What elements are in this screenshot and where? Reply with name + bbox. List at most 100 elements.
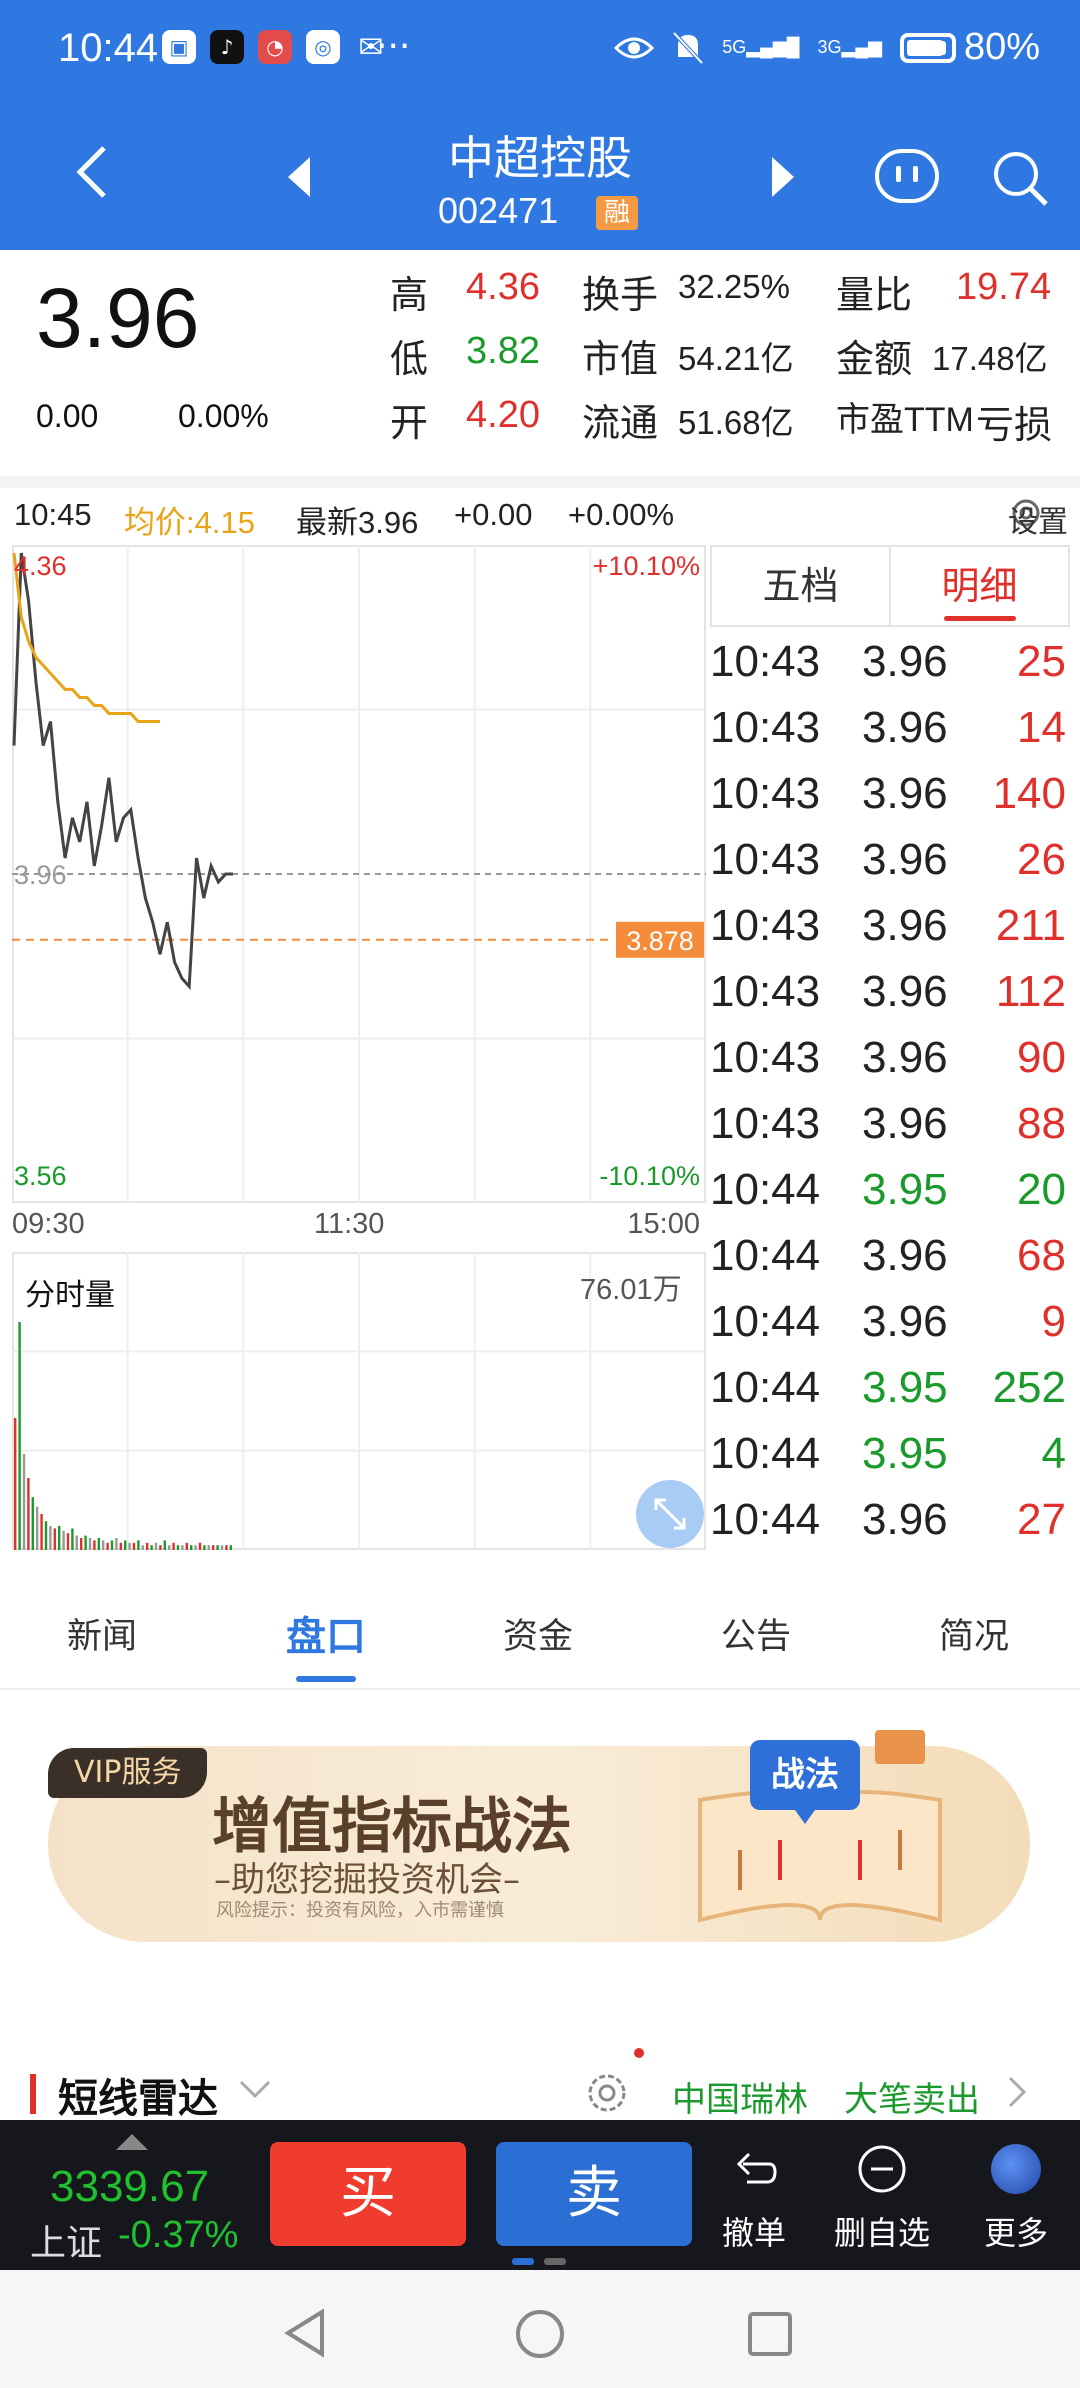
crosshair-time: 10:45 <box>14 497 92 532</box>
tab-news[interactable]: 新闻 <box>22 1608 182 1659</box>
volume-bar <box>185 1542 188 1550</box>
nav-back-icon[interactable] <box>282 2308 328 2358</box>
radar-action[interactable]: 大笔卖出 <box>844 2072 980 2121</box>
volume-bar <box>198 1542 202 1550</box>
tick-volume: 88 <box>1017 1099 1066 1148</box>
tab-quote[interactable]: 盘口 <box>246 1604 406 1662</box>
tick-volume: 252 <box>992 1363 1066 1412</box>
battery-percent: 80% <box>963 26 1040 68</box>
expand-index-icon[interactable] <box>116 2134 148 2150</box>
tick-row: 10:43 3.96 25 <box>710 633 1070 699</box>
ticks-tabs: 五档 明细 <box>710 545 1070 627</box>
low-label: 低 <box>390 339 429 381</box>
radar-title[interactable]: 短线雷达 <box>58 2066 218 2124</box>
banner-subtitle: –助您挖掘投资机会– <box>214 1860 520 1900</box>
intraday-chart-canvas: 4.36 3.96 3.56 +10.10% -10.10% 3.878 <box>12 545 706 1203</box>
next-stock-icon[interactable] <box>770 155 796 199</box>
tab-trade-detail[interactable]: 明细 <box>889 547 1068 625</box>
header: 10:44 ▣ ♪ ◔ ◎ ✉ ··· 5G▂▄▆█ 3G▂▄▆ 80% 中超控… <box>0 0 1080 250</box>
volume-bar <box>93 1540 96 1550</box>
index-value[interactable]: 3339.67 <box>50 2162 209 2212</box>
volume-bar <box>216 1545 219 1550</box>
mute-bell-icon <box>672 31 704 64</box>
chevron-right-icon[interactable] <box>1006 2074 1028 2110</box>
volume-bar <box>141 1545 144 1550</box>
volume-bar <box>22 1454 26 1550</box>
chart-settings-button[interactable]: 设置 <box>1008 495 1068 539</box>
volume-bar <box>119 1542 122 1550</box>
index-change-pct[interactable]: -0.37% <box>118 2214 238 2257</box>
avg-price: 均价:4.15 <box>124 505 255 540</box>
volume-bar <box>203 1545 206 1550</box>
cancel-order-button[interactable]: 撤单 <box>694 2134 814 2254</box>
tick-price: 3.96 <box>862 769 948 818</box>
volume-bar <box>150 1545 153 1550</box>
section-tabs: 新闻 盘口 资金 公告 简况 <box>0 1580 1080 1690</box>
tick-price: 3.96 <box>862 1099 948 1148</box>
volume-bar <box>97 1538 100 1550</box>
tick-row: 10:44 3.96 9 <box>710 1293 1070 1359</box>
index-name[interactable]: 上证 <box>30 2214 102 2266</box>
remove-watchlist-button[interactable]: 删自选 <box>822 2134 942 2254</box>
tick-volume: 26 <box>1017 835 1066 884</box>
signal-3g-icon: 3G▂▄▆ <box>817 37 882 57</box>
ticks-panel: 五档 明细 10:43 3.96 25 10:43 3.96 14 10:43 3.96 140… <box>710 545 1070 1550</box>
tick-volume: 211 <box>995 901 1066 950</box>
volume-bar <box>207 1545 210 1550</box>
tab-notice[interactable]: 公告 <box>676 1608 836 1659</box>
volume-bar <box>53 1528 56 1550</box>
latest-change-pct: +0.00% <box>568 497 675 532</box>
volume-bar <box>159 1545 162 1550</box>
tick-time: 10:43 <box>710 1099 821 1148</box>
system-nav-bar <box>0 2270 1080 2388</box>
turnover-label: 换手 <box>582 275 659 317</box>
tick-row: 10:44 3.95 20 <box>710 1161 1070 1227</box>
more-icon <box>991 2144 1041 2194</box>
chevron-down-icon[interactable] <box>238 2078 272 2100</box>
tick-price: 3.95 <box>862 1363 948 1412</box>
volume-bar <box>49 1526 52 1550</box>
nav-recents-icon[interactable] <box>746 2310 794 2358</box>
tick-row: 10:43 3.96 88 <box>710 1095 1070 1161</box>
tab-profile[interactable]: 简况 <box>894 1608 1054 1659</box>
latest-change: +0.00 <box>454 497 533 532</box>
time-start: 09:30 <box>12 1208 85 1240</box>
buy-button[interactable]: 买 <box>270 2142 466 2246</box>
more-button[interactable]: 更多 <box>956 2134 1076 2254</box>
tick-row: 10:43 3.96 211 <box>710 897 1070 963</box>
volume-bar <box>66 1533 70 1550</box>
assistant-robot-icon[interactable] <box>874 148 940 204</box>
tab-funds[interactable]: 资金 <box>458 1608 618 1659</box>
y-axis-top-label: 4.36 <box>14 551 67 581</box>
volume-bar <box>124 1540 127 1550</box>
volume-bar <box>106 1542 109 1550</box>
minus-circle-icon <box>858 2145 906 2193</box>
fullscreen-button[interactable] <box>636 1480 704 1548</box>
turnover-value: 32.25% <box>678 268 790 305</box>
tick-volume: 140 <box>992 769 1066 818</box>
pct-top-label: +10.10% <box>593 551 700 581</box>
volume-bar <box>40 1514 43 1550</box>
volume-bar <box>190 1545 193 1550</box>
volume-bar <box>229 1545 232 1550</box>
tab-order-book[interactable]: 五档 <box>712 547 889 625</box>
volume-bar <box>163 1540 166 1550</box>
tick-volume: 27 <box>1017 1495 1066 1544</box>
trade-detail-list[interactable]: 10:43 3.96 25 10:43 3.96 14 10:43 3.96 140 10:43 3… <box>710 633 1070 1557</box>
radar-settings-icon[interactable] <box>582 2068 632 2118</box>
app-notification-icon-2: ◎ <box>306 30 340 64</box>
search-icon[interactable] <box>990 148 1050 208</box>
sell-button[interactable]: 卖 <box>496 2142 692 2246</box>
radar-stock-name[interactable]: 中国瑞林 <box>672 2072 808 2121</box>
volume-bar <box>146 1542 149 1550</box>
volume-bar <box>225 1545 228 1550</box>
float-value: 51.68亿 <box>678 404 794 441</box>
avg-price-marker: 3.878 <box>616 921 704 958</box>
more-notifications-icon: ··· <box>376 26 411 67</box>
high-label: 高 <box>390 275 429 317</box>
nav-home-icon[interactable] <box>514 2308 566 2360</box>
tick-price: 3.96 <box>862 637 948 686</box>
settings-label: 设置 <box>1008 506 1068 539</box>
tick-price: 3.96 <box>862 703 948 752</box>
tick-price: 3.96 <box>862 1495 948 1544</box>
